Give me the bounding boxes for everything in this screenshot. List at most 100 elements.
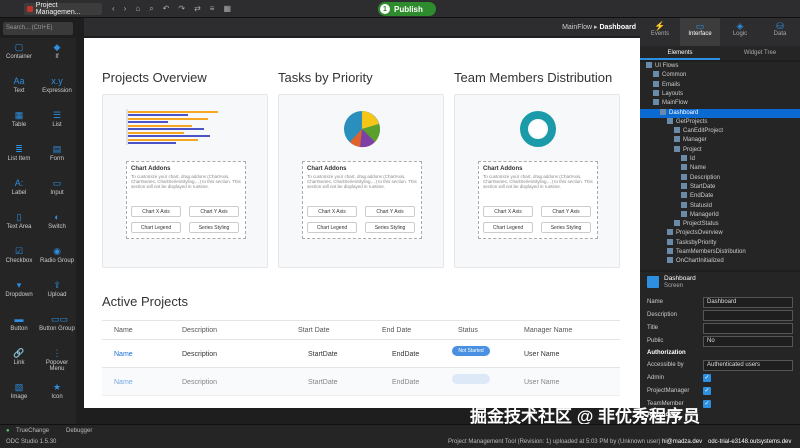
undo-icon[interactable]: ↶: [163, 4, 170, 14]
tree-node[interactable]: TeamMembersDistribution: [667, 248, 746, 257]
tree-node[interactable]: Name: [681, 164, 706, 173]
chart-y-axis-button[interactable]: Chart Y Axis: [189, 206, 239, 217]
tab-interface[interactable]: ▭ Interface: [680, 18, 720, 46]
prop-value[interactable]: [703, 310, 793, 321]
tree-node[interactable]: GetProjects: [667, 117, 707, 127]
chart-card-tasks[interactable]: Chart Addons To customize your chart, dr…: [278, 94, 444, 268]
search-icon[interactable]: ⌕: [149, 4, 153, 14]
tree-node[interactable]: ProjectsOverview: [667, 229, 723, 238]
series-styling-button[interactable]: Series Styling: [189, 222, 239, 233]
tree-node[interactable]: OnChartInitialized: [667, 257, 724, 266]
tree-node[interactable]: EndDate: [681, 192, 713, 201]
accessible-dropdown[interactable]: Authenticated users: [703, 360, 793, 371]
table-row[interactable]: Name Description StartDate EndDate User …: [102, 368, 620, 396]
col-end-date[interactable]: End Date: [382, 327, 411, 334]
tree-node[interactable]: ProjectStatus: [674, 220, 719, 229]
role-checkbox[interactable]: ✓: [703, 387, 711, 395]
tool-table[interactable]: ▦ Table: [0, 106, 38, 140]
tool-text[interactable]: Aa Text: [0, 72, 38, 106]
tool-checkbox[interactable]: ☑ Checkbox: [0, 242, 38, 276]
grid-icon[interactable]: ▦: [223, 4, 231, 14]
tool-list-item[interactable]: ≣ List Item: [0, 140, 38, 174]
tree-node[interactable]: Layouts: [653, 89, 683, 99]
prop-value[interactable]: [703, 323, 793, 334]
back-icon[interactable]: ‹: [112, 4, 115, 14]
tree-node[interactable]: UI Flows: [646, 62, 678, 71]
tree-node[interactable]: StatusId: [681, 201, 712, 211]
publish-button[interactable]: 1 Publish: [378, 2, 436, 16]
tree-node[interactable]: CanEditProject: [674, 127, 723, 136]
series-styling-button[interactable]: Series Styling: [541, 222, 591, 233]
tool-text-area[interactable]: ▯ Text Area: [0, 208, 38, 242]
align-icon[interactable]: ≡: [210, 4, 215, 14]
tab-logic[interactable]: ◈ Logic: [720, 18, 760, 46]
tree-node[interactable]: Id: [681, 155, 695, 164]
cell-name[interactable]: Name: [114, 351, 133, 358]
prop-value[interactable]: Dashboard: [703, 297, 793, 308]
tool-if[interactable]: ◆ If: [38, 38, 76, 72]
tool-popover-menu[interactable]: ⋮ Popover Menu: [38, 344, 76, 378]
chart-x-axis-button[interactable]: Chart X Axis: [131, 206, 181, 217]
app-tab[interactable]: Project Managemen...: [24, 2, 102, 16]
screen-canvas[interactable]: Projects Overview Tasks by Priority Team…: [84, 38, 640, 408]
subtab-elements[interactable]: Elements: [640, 46, 720, 60]
chart-x-axis-button[interactable]: Chart X Axis: [307, 206, 357, 217]
tree-node[interactable]: Common: [653, 71, 686, 80]
search-input[interactable]: Search... (Ctrl+E): [3, 22, 73, 35]
tree-node[interactable]: Description: [681, 173, 720, 183]
home-icon[interactable]: ⌂: [135, 4, 140, 14]
tool-link[interactable]: 🔗 Link: [0, 344, 38, 378]
tool-dropdown[interactable]: ▾ Dropdown: [0, 276, 38, 310]
table-row[interactable]: Name Description StartDate EndDate Not S…: [102, 340, 620, 368]
chart-card-projects[interactable]: Chart Addons To customize your chart, dr…: [102, 94, 268, 268]
tool-switch[interactable]: ◐ Switch: [38, 208, 76, 242]
chart-card-team[interactable]: Chart Addons To customize your chart, dr…: [454, 94, 620, 268]
col-manager[interactable]: Manager Name: [524, 327, 572, 334]
tool-button[interactable]: ▬ Button: [0, 310, 38, 344]
tool-list[interactable]: ☰ List: [38, 106, 76, 140]
col-status[interactable]: Status: [458, 327, 478, 334]
tool-icon[interactable]: ★ Icon: [38, 378, 76, 412]
tool-form[interactable]: ▤ Form: [38, 140, 76, 174]
chart-addons-zone[interactable]: Chart Addons To customize your chart, dr…: [478, 161, 598, 239]
forward-icon[interactable]: ›: [124, 4, 127, 14]
chart-y-axis-button[interactable]: Chart Y Axis: [541, 206, 591, 217]
tool-label[interactable]: A: Label: [0, 174, 38, 208]
tree-node[interactable]: MainFlow: [653, 99, 688, 108]
chart-x-axis-button[interactable]: Chart X Axis: [483, 206, 533, 217]
role-checkbox[interactable]: ✓: [703, 400, 711, 408]
debugger-tab[interactable]: Debugger: [66, 428, 92, 434]
cell-name[interactable]: Name: [114, 379, 133, 386]
redo-icon[interactable]: ↷: [178, 4, 185, 14]
compare-icon[interactable]: ⇄: [194, 4, 201, 14]
chart-y-axis-button[interactable]: Chart Y Axis: [365, 206, 415, 217]
chart-addons-zone[interactable]: Chart Addons To customize your chart, dr…: [302, 161, 422, 239]
tool-image[interactable]: ▧ Image: [0, 378, 38, 412]
tree-node[interactable]: StartDate: [681, 182, 715, 192]
col-description[interactable]: Description: [182, 327, 217, 334]
truechange-tab[interactable]: TrueChange: [16, 428, 49, 434]
tree-node[interactable]: Project: [674, 145, 702, 155]
chart-legend-button[interactable]: Chart Legend: [131, 222, 181, 233]
tree-node[interactable]: Dashboard: [640, 108, 800, 118]
col-name[interactable]: Name: [114, 327, 133, 334]
role-checkbox[interactable]: ✓: [703, 374, 711, 382]
tool-button-group[interactable]: ▭▭ Button Group: [38, 310, 76, 344]
chart-legend-button[interactable]: Chart Legend: [483, 222, 533, 233]
tree-node[interactable]: ManagerId: [681, 210, 719, 220]
col-start-date[interactable]: Start Date: [298, 327, 330, 334]
chart-legend-button[interactable]: Chart Legend: [307, 222, 357, 233]
tool-expression[interactable]: x.y Expression: [38, 72, 76, 106]
tool-upload[interactable]: ⇪ Upload: [38, 276, 76, 310]
tool-container[interactable]: ▢ Container: [0, 38, 38, 72]
prop-value[interactable]: No: [703, 336, 793, 347]
breadcrumb-parent[interactable]: MainFlow: [562, 24, 592, 31]
subtab-widget-tree[interactable]: Widget Tree: [720, 46, 800, 60]
tab-data[interactable]: ⛁ Data: [760, 18, 800, 46]
tree-node[interactable]: Manager: [674, 136, 707, 145]
series-styling-button[interactable]: Series Styling: [365, 222, 415, 233]
tree-node[interactable]: Emails: [653, 80, 680, 90]
tool-radio-group[interactable]: ◉ Radio Group: [38, 242, 76, 276]
chart-addons-zone[interactable]: Chart Addons To customize your chart, dr…: [126, 161, 246, 239]
tab-events[interactable]: ⚡ Events: [640, 18, 680, 46]
